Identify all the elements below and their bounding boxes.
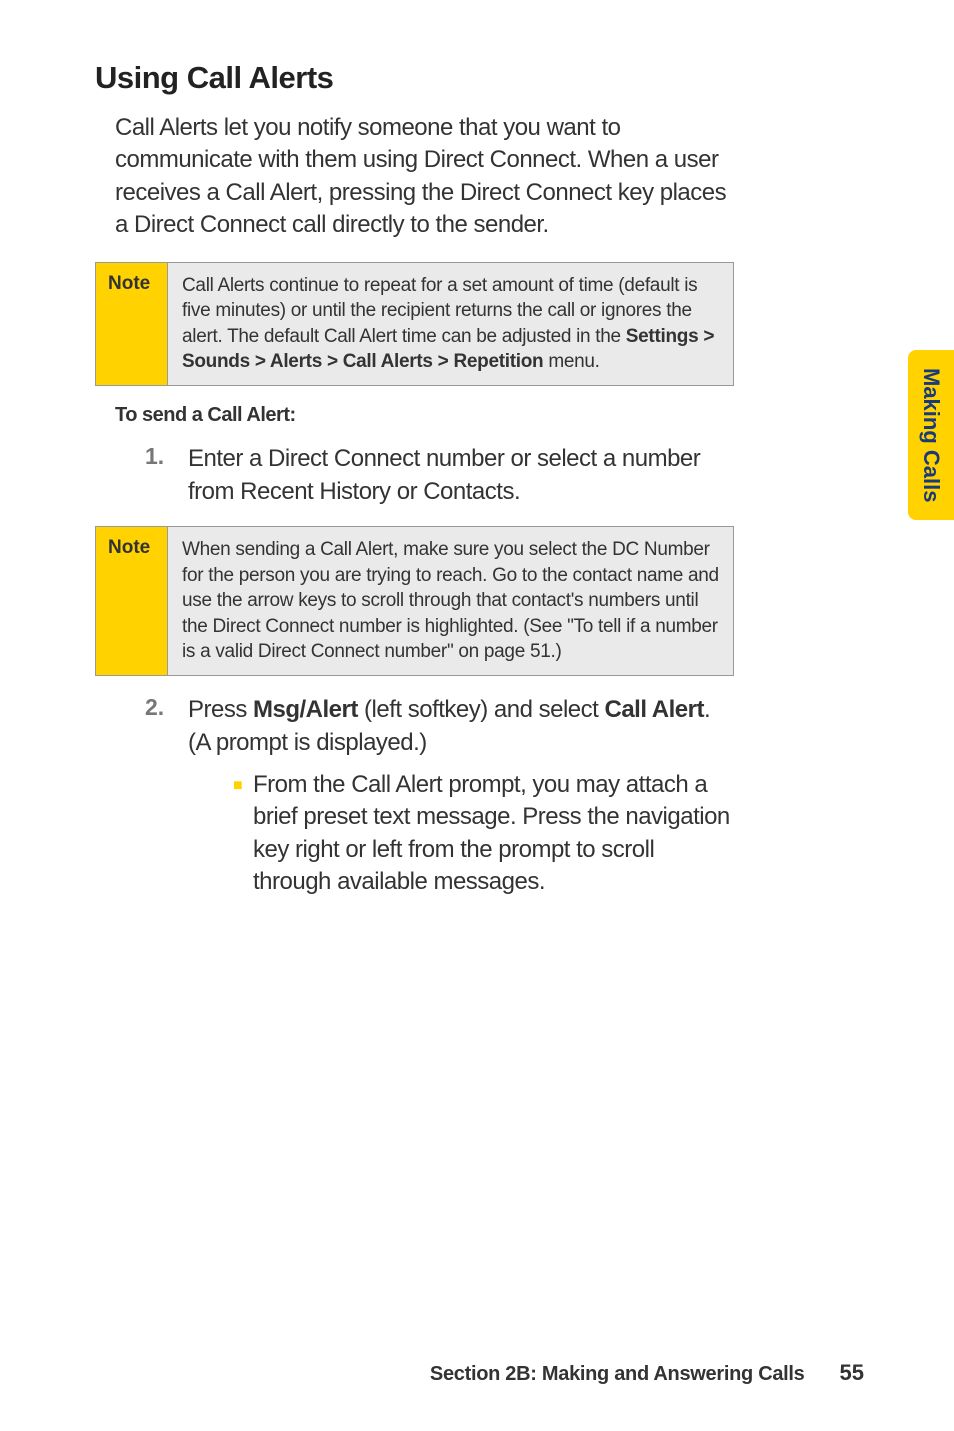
step2-mid: (left softkey) and select	[358, 696, 605, 723]
bullet-text: From the Call Alert prompt, you may atta…	[253, 769, 734, 899]
step-number: 2.	[145, 694, 188, 906]
note-box-1: Note Call Alerts continue to repeat for …	[95, 262, 734, 387]
bullet-marker-icon: ■	[233, 775, 253, 899]
page-footer: Section 2B: Making and Answering Calls 5…	[430, 1360, 864, 1386]
page-heading: Using Call Alerts	[95, 60, 864, 96]
note-label: Note	[96, 527, 168, 675]
step-list: 1. Enter a Direct Connect number or sele…	[145, 443, 734, 508]
note-label: Note	[96, 263, 168, 386]
step-text: Enter a Direct Connect number or select …	[188, 443, 734, 508]
step-list-2: 2. Press Msg/Alert (left softkey) and se…	[145, 694, 734, 906]
step2-bold2: Call Alert	[604, 696, 703, 723]
step-text: Press Msg/Alert (left softkey) and selec…	[188, 694, 734, 906]
side-tab-label: Making Calls	[918, 368, 944, 502]
step2-bold1: Msg/Alert	[253, 696, 358, 723]
step2-before: Press	[188, 696, 253, 723]
subheading: To send a Call Alert:	[115, 404, 864, 427]
footer-section-label: Section 2B: Making and Answering Calls	[430, 1363, 805, 1386]
step-1: 1. Enter a Direct Connect number or sele…	[145, 443, 734, 508]
bullet-list: ■ From the Call Alert prompt, you may at…	[233, 769, 734, 899]
step-2: 2. Press Msg/Alert (left softkey) and se…	[145, 694, 734, 906]
footer-page-number: 55	[840, 1360, 864, 1386]
note-text-after: menu.	[543, 351, 599, 372]
step-number: 1.	[145, 443, 188, 508]
note-box-2: Note When sending a Call Alert, make sur…	[95, 526, 734, 676]
note-text-before: Call Alerts continue to repeat for a set…	[182, 275, 697, 347]
bullet-item: ■ From the Call Alert prompt, you may at…	[233, 769, 734, 899]
note-content: When sending a Call Alert, make sure you…	[168, 527, 733, 675]
side-tab: Making Calls	[908, 350, 954, 520]
intro-paragraph: Call Alerts let you notify someone that …	[115, 112, 734, 242]
note-content: Call Alerts continue to repeat for a set…	[168, 263, 733, 386]
